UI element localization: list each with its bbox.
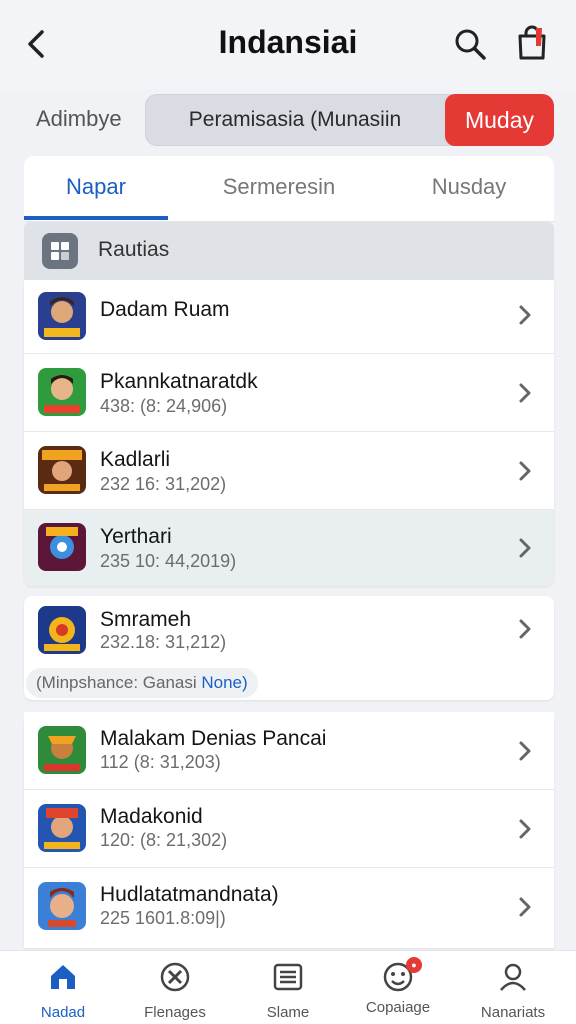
shopping-bag-button[interactable]: [514, 24, 550, 62]
pill-accent[interactable]: None): [201, 673, 247, 692]
chevron-right-icon: [519, 538, 531, 558]
filter-label: Adimbye: [36, 106, 122, 131]
list-item[interactable]: Madakonid 120: (8: 21,302): [24, 790, 554, 868]
game-meta: 232.18: 31,212): [100, 632, 227, 652]
grid-icon: [42, 233, 78, 269]
game-name: Smrameh: [100, 608, 192, 631]
active-tab-indicator: [24, 216, 168, 220]
home-icon: [51, 965, 75, 989]
nav-item-copaiage[interactable]: ● Copaiage: [343, 957, 453, 1016]
top-bar: Indansiai: [0, 0, 576, 90]
chevron-right-icon: [519, 741, 531, 761]
game-list-group-3: Malakam Denias Pancai 112 (8: 31,203) Ma…: [24, 712, 554, 948]
game-thumbnail: [38, 804, 86, 852]
section-label: Rautias: [98, 238, 170, 261]
pill-text: (Minpshance: Ganasi: [36, 673, 202, 692]
nav-label: Copaiage: [365, 999, 431, 1016]
game-thumbnail: [38, 292, 86, 340]
search-icon: [455, 29, 486, 60]
bottom-navigation: Nadad Flenages Slame ● Copaiage Nanariat…: [0, 950, 576, 1024]
game-meta: 232 16: 31,202): [100, 474, 227, 494]
list-icon: [273, 963, 303, 991]
game-name: Madakonid: [100, 805, 203, 828]
list-item[interactable]: Dadam Ruam: [24, 280, 554, 354]
segmented-control: Peramisasia (Munasiin Muday: [145, 94, 554, 146]
chevron-right-icon: [519, 461, 531, 481]
chevron-right-icon: [519, 619, 531, 639]
nav-label: Nadad: [40, 1004, 86, 1021]
search-button[interactable]: [452, 26, 488, 62]
segment-option-a[interactable]: Peramisasia (Munasiin: [145, 94, 445, 146]
nav-label: Nanariats: [480, 1004, 546, 1021]
nav-item-nadad[interactable]: Nadad: [8, 961, 118, 1021]
nav-label: Slame: [266, 1004, 310, 1021]
list-item[interactable]: Yerthari 235 10: 44,2019): [24, 510, 554, 586]
tab-sermeresin[interactable]: Sermeresin: [194, 156, 364, 220]
notification-badge: ●: [406, 957, 422, 973]
game-list-group-2: Smrameh 232.18: 31,212) (Minpshance: Gan…: [24, 596, 554, 700]
game-name: Kadlarli: [100, 448, 171, 471]
game-meta: 438: (8: 24,906): [100, 396, 228, 416]
game-meta: 235 10: 44,2019): [100, 551, 237, 571]
info-pill: (Minpshance: Ganasi None): [26, 668, 258, 698]
game-name: Malakam Denias Pancai: [100, 727, 327, 750]
game-name: Pkannkatnaratdk: [100, 370, 258, 393]
page-title: Indansiai: [218, 24, 358, 60]
game-meta: 120: (8: 21,302): [100, 830, 228, 850]
nav-item-flenages[interactable]: Flenages: [120, 961, 230, 1021]
list-item[interactable]: Smrameh 232.18: 31,212): [24, 596, 554, 666]
tab-nusday[interactable]: Nusday: [394, 156, 544, 220]
game-thumbnail: [38, 523, 86, 571]
chevron-right-icon: [519, 305, 531, 325]
nav-label: Flenages: [144, 1004, 206, 1021]
game-list-group-1: Dadam Ruam Pkannkatnaratdk 438: (8: 24,9…: [24, 280, 554, 586]
list-item[interactable]: Pkannkatnaratdk 438: (8: 24,906): [24, 354, 554, 432]
list-item[interactable]: Kadlarli 232 16: 31,202): [24, 432, 554, 510]
chevron-right-icon: [519, 897, 531, 917]
emoji-icon-wrap: ●: [382, 957, 422, 993]
section-header: Rautias: [24, 222, 554, 280]
game-name: Hudlatatmandnata): [100, 883, 279, 906]
list-item[interactable]: Malakam Denias Pancai 112 (8: 31,203): [24, 712, 554, 790]
tools-icon: [160, 962, 190, 992]
list-item[interactable]: Hudlatatmandnata) 225 1601.8:09|): [24, 868, 554, 948]
game-name: Dadam Ruam: [100, 298, 230, 321]
nav-item-slame[interactable]: Slame: [233, 961, 343, 1021]
game-thumbnail: [38, 368, 86, 416]
game-thumbnail: [38, 726, 86, 774]
game-meta: 225 1601.8:09|): [100, 908, 226, 928]
shopping-bag-icon: [518, 25, 546, 60]
chevron-right-icon: [519, 819, 531, 839]
game-thumbnail: [38, 606, 86, 654]
game-thumbnail: [38, 882, 86, 930]
tab-napar[interactable]: Napar: [24, 156, 168, 220]
tab-bar: Napar Sermeresin Nusday: [24, 156, 554, 222]
game-name: Yerthari: [100, 525, 172, 548]
nav-item-nanariats[interactable]: Nanariats: [458, 961, 568, 1021]
game-meta: 112 (8: 31,203): [100, 752, 221, 772]
segment-option-b[interactable]: Muday: [445, 94, 554, 146]
chevron-right-icon: [519, 383, 531, 403]
game-thumbnail: [38, 446, 86, 494]
user-icon: [500, 963, 526, 991]
